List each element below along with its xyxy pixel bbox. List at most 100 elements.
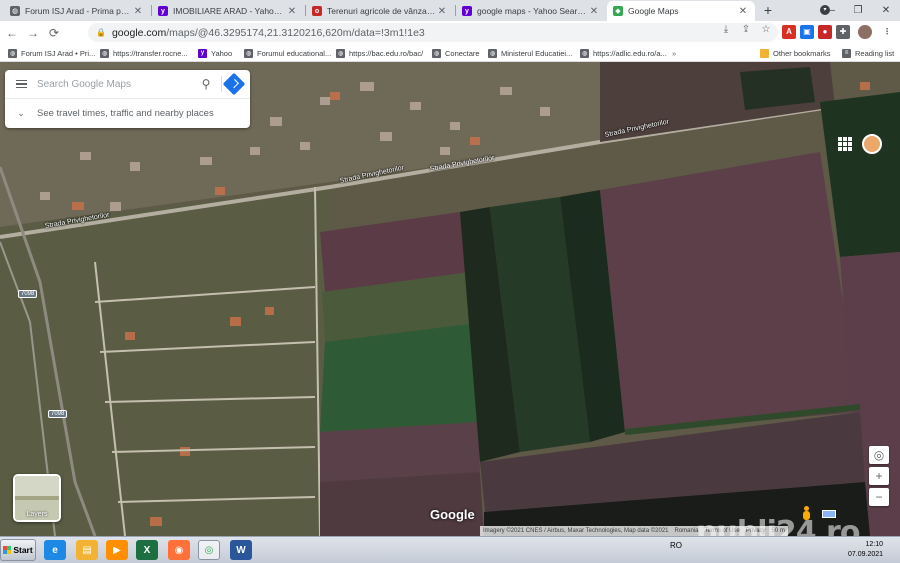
close-icon[interactable]: ✕	[286, 6, 298, 17]
bookmarks-overflow-button[interactable]: »	[672, 46, 676, 60]
bookmark-item[interactable]: ◍ https://transfer.rocne...	[100, 46, 188, 60]
globe-icon: ◍	[432, 48, 441, 58]
excel-icon[interactable]: X	[136, 540, 158, 560]
reading-list[interactable]: ≡ Reading list	[842, 46, 894, 60]
start-label: Start	[13, 545, 33, 555]
yahoo-icon: y	[462, 6, 472, 16]
firefox-icon[interactable]: ◉	[168, 540, 190, 560]
install-icon[interactable]: ⤓	[718, 24, 734, 35]
explorer-icon[interactable]: ▤	[76, 540, 98, 560]
folder-icon	[760, 48, 769, 58]
tab-title: IMOBILIARE ARAD - Yahoo Search R	[173, 6, 286, 16]
close-icon[interactable]: ✕	[737, 6, 749, 17]
windows-logo-icon	[3, 546, 12, 554]
green-field	[320, 324, 478, 432]
globe-icon: ◍	[336, 48, 345, 58]
my-location-icon[interactable]: ◎	[869, 446, 889, 464]
pdf-extension-icon[interactable]: A	[782, 25, 796, 39]
tab-title: Terenuri agricole de vânzare în județ	[327, 6, 436, 16]
zoom-out-button[interactable]: −	[869, 488, 889, 506]
close-icon[interactable]: ✕	[132, 6, 144, 17]
address-url[interactable]: google.com/maps/@46.3295174,21.3120216,6…	[112, 27, 425, 39]
start-button[interactable]: Start	[0, 539, 36, 561]
globe-icon: ◍	[488, 48, 497, 58]
bookmark-item[interactable]: ◍ Ministerul Educatiei...	[488, 46, 572, 60]
google-apps-icon[interactable]	[836, 135, 852, 151]
close-icon[interactable]: ✕	[436, 6, 448, 17]
bookmark-label: https://bac.edu.ro/bac/	[349, 48, 424, 58]
other-bookmarks-label: Other bookmarks	[773, 48, 831, 58]
bookmark-label: Ministerul Educatiei...	[501, 48, 573, 58]
ie-icon[interactable]: e	[44, 540, 66, 560]
share-icon[interactable]: ⇪	[738, 24, 754, 35]
map-controls: ◎ + −	[869, 446, 889, 506]
tab-google-maps-search[interactable]: y google maps - Yahoo Search Results ✕	[456, 1, 606, 21]
close-window-button[interactable]: ✕	[872, 5, 900, 16]
media-player-icon[interactable]: ▶	[106, 540, 128, 560]
window-controls: — ❐ ✕	[816, 0, 900, 21]
travel-times-text: See travel times, traffic and nearby pla…	[37, 107, 214, 119]
satellite-imagery	[0, 62, 900, 536]
large-field	[600, 152, 860, 432]
puzzle-icon[interactable]: ✚	[836, 25, 850, 39]
taskbar: Start e ▤ ▶ X ◉ ◎ W RO 12:10 07.09.2021	[0, 536, 900, 563]
bookmark-star-icon[interactable]: ☆	[758, 24, 774, 35]
clock[interactable]: 12:10 07.09.2021	[848, 540, 883, 560]
globe-icon: ◍	[8, 48, 17, 58]
account-avatar[interactable]	[862, 134, 882, 154]
bookmark-item[interactable]: ◍ Conectare	[432, 46, 480, 60]
divider	[221, 76, 222, 92]
bookmark-label: https://adlic.edu.ro/a...	[593, 48, 667, 58]
travel-times-row[interactable]: ⌄ See travel times, traffic and nearby p…	[5, 99, 250, 127]
menu-icon[interactable]	[5, 79, 37, 89]
tab-forum-isj[interactable]: ◍ Forum ISJ Arad - Prima pagină ✕	[4, 1, 150, 21]
bookmark-item[interactable]: ◍ https://adlic.edu.ro/a...	[580, 46, 667, 60]
lock-icon[interactable]: 🔒	[96, 28, 106, 37]
tab-title: Forum ISJ Arad - Prima pagină	[25, 6, 132, 16]
bookmark-label: Forum ISJ Arad • Pri...	[21, 48, 96, 58]
reload-button[interactable]: ⟳	[45, 24, 63, 42]
bookmark-label: Forumul educational...	[257, 48, 332, 58]
other-bookmarks[interactable]: Other bookmarks	[760, 46, 831, 60]
menu-kebab-icon[interactable]: ⋮	[880, 25, 894, 39]
back-button[interactable]: ←	[3, 24, 21, 42]
tab-terenuri[interactable]: o Terenuri agricole de vânzare în județ …	[306, 1, 454, 21]
reading-list-icon: ≡	[842, 48, 851, 58]
chevron-down-icon[interactable]: ⌄	[5, 108, 37, 119]
bookmark-item[interactable]: ◍ Forumul educational...	[244, 46, 331, 60]
url-host: google.com	[111, 26, 167, 39]
field	[320, 422, 480, 482]
bookmark-item[interactable]: ◍ Forum ISJ Arad • Pri...	[8, 46, 95, 60]
directions-icon[interactable]	[222, 72, 246, 96]
satellite-map[interactable]: Strada Privighetorilor Strada Privigheto…	[0, 62, 900, 536]
search-input[interactable]	[37, 78, 195, 90]
omnibox-actions: ⤓ ⇪ ☆	[718, 24, 774, 35]
field	[320, 472, 484, 536]
globe-icon: ◍	[100, 48, 109, 58]
tab-google-maps[interactable]: ◆ Google Maps ✕	[607, 1, 755, 21]
layers-button[interactable]: Layers	[13, 474, 61, 522]
address-bar[interactable]: 🔒 google.com/maps/@46.3295174,21.3120216…	[88, 23, 778, 42]
extension-badge-icon[interactable]: ●	[818, 25, 832, 39]
extension-icon[interactable]: ▣	[800, 25, 814, 39]
tab-title: Google Maps	[628, 6, 679, 16]
maps-icon: ◆	[613, 6, 623, 16]
tab-imobiliare[interactable]: y IMOBILIARE ARAD - Yahoo Search R ✕	[152, 1, 304, 21]
imagery-credit: Imagery ©2021 CNES / Airbus, Maxar Techn…	[483, 528, 669, 534]
profile-avatar[interactable]	[858, 25, 872, 39]
close-icon[interactable]: ✕	[588, 6, 600, 17]
bookmark-item[interactable]: ◍ https://bac.edu.ro/bac/	[336, 46, 423, 60]
bookmark-item[interactable]: y Yahoo	[198, 46, 232, 60]
browser-toolbar: ← → ⟳ 🔒 google.com/maps/@46.3295174,21.3…	[0, 21, 900, 44]
word-icon[interactable]: W	[230, 540, 252, 560]
new-tab-button[interactable]: +	[760, 2, 776, 18]
language-indicator[interactable]: RO	[670, 541, 682, 550]
tab-title: google maps - Yahoo Search Results	[477, 6, 588, 16]
forward-button[interactable]: →	[24, 24, 42, 42]
search-icon[interactable]: ⚲	[195, 77, 217, 91]
minimize-button[interactable]: —	[816, 5, 844, 16]
maximize-button[interactable]: ❐	[844, 5, 872, 16]
chrome-icon[interactable]: ◎	[198, 540, 220, 560]
tab-strip: ◍ Forum ISJ Arad - Prima pagină ✕ y IMOB…	[0, 0, 900, 21]
zoom-in-button[interactable]: +	[869, 467, 889, 485]
